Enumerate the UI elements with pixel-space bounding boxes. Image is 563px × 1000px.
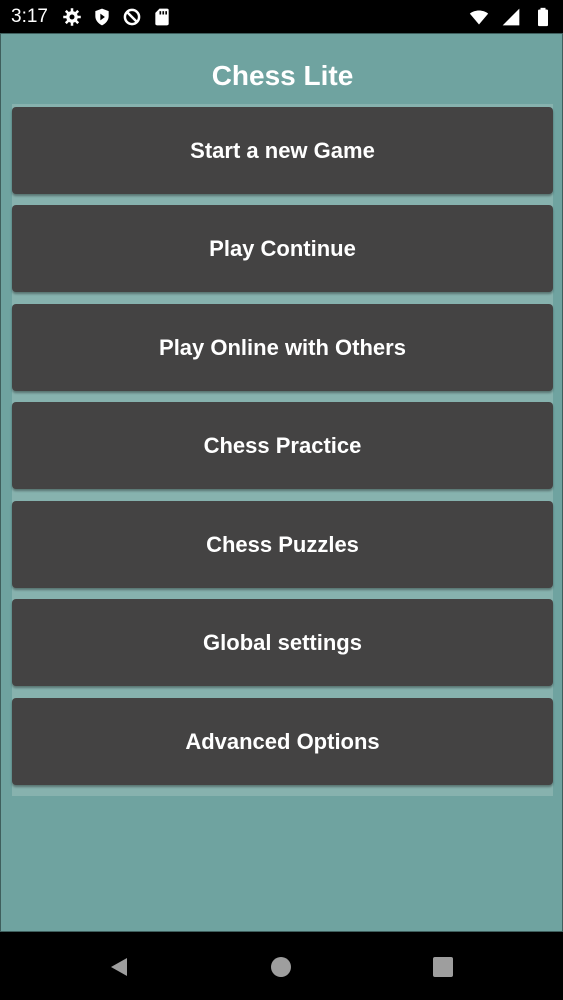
phone-screen: 3:17 Chess Lite Start a new Game Play Co… (0, 0, 563, 1000)
battery-icon (533, 7, 553, 27)
home-icon[interactable] (271, 957, 291, 977)
settings-icon (62, 7, 82, 27)
sd-card-icon (152, 7, 172, 27)
status-icons-right (469, 7, 553, 27)
chess-puzzles-button[interactable]: Chess Puzzles (12, 501, 553, 588)
status-icons-left (62, 7, 172, 27)
start-new-game-button[interactable]: Start a new Game (12, 107, 553, 194)
play-online-button[interactable]: Play Online with Others (12, 304, 553, 391)
navigation-bar (0, 932, 563, 1000)
advanced-options-button[interactable]: Advanced Options (12, 698, 553, 785)
play-protect-icon (92, 7, 112, 27)
wifi-icon (469, 7, 489, 27)
status-time: 3:17 (11, 6, 48, 27)
play-continue-button[interactable]: Play Continue (12, 205, 553, 292)
app-title: Chess Lite (211, 60, 354, 91)
app-content: Chess Lite Start a new Game Play Continu… (0, 33, 563, 932)
status-bar: 3:17 (0, 0, 563, 33)
chess-practice-button[interactable]: Chess Practice (12, 402, 553, 489)
recent-apps-icon[interactable] (433, 957, 453, 977)
no-sync-icon (122, 7, 142, 27)
main-menu: Start a new Game Play Continue Play Onli… (12, 104, 553, 796)
signal-icon (501, 7, 521, 27)
global-settings-button[interactable]: Global settings (12, 599, 553, 686)
back-icon[interactable] (108, 956, 130, 978)
